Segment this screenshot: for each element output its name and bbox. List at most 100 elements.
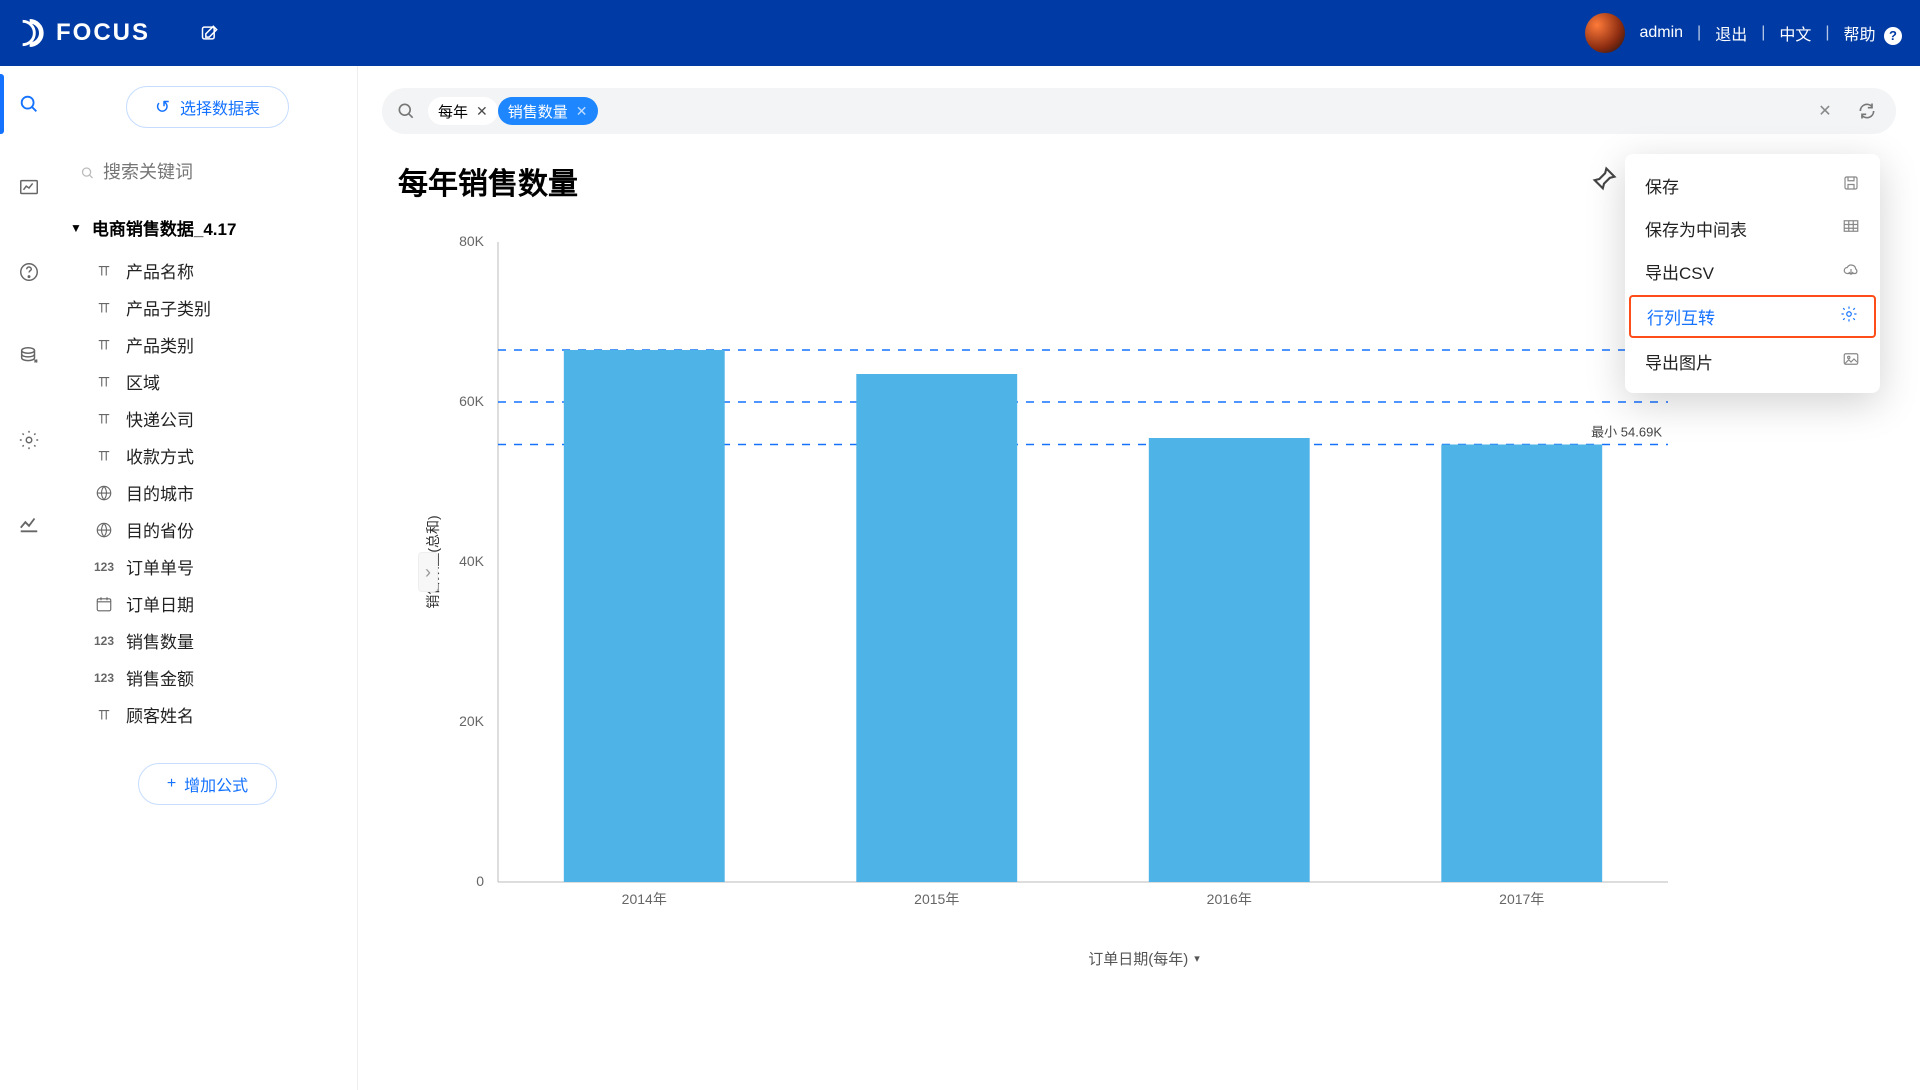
pin-button[interactable] [1590,165,1618,198]
field-type-icon [94,335,114,355]
field-type-icon [94,261,114,281]
topbar: FOCUS admin | 退出 | 中文 | 帮助 ? [0,0,1920,66]
y-tick: 20K [459,713,485,729]
field-type-icon [94,483,114,503]
help-link[interactable]: 帮助 ? [1844,21,1902,45]
field-item[interactable]: 产品子类别 [58,289,357,326]
field-type-icon [94,298,114,318]
field-list: 产品名称产品子类别产品类别区域快递公司收款方式目的城市目的省份 123 订单单号订单… [58,248,357,733]
swap-icon: ↺ [155,98,170,116]
field-label: 目的城市 [126,480,194,505]
query-token[interactable]: 每年✕ [428,97,498,125]
x-tick: 2017年 [1499,891,1544,907]
y-tick: 60K [459,393,485,409]
field-type-icon: 123 [94,668,114,688]
bar[interactable] [1441,444,1602,882]
bar-chart[interactable]: 020K40K60K80K销售数量(总和)2014年2015年2016年2017… [418,222,1708,942]
main: 每年✕销售数量✕ ✕ 每年销售数量 操作 ▾ › 020K40K60K8 [358,66,1920,1090]
select-table-button[interactable]: ↺ 选择数据表 [126,86,289,128]
query-token[interactable]: 销售数量✕ [498,97,598,125]
caret-down-icon: ▼ [70,221,82,235]
help-icon: ? [1884,27,1902,45]
page-title: 每年销售数量 [398,159,578,203]
field-type-icon: 123 [94,557,114,577]
x-axis-label[interactable]: 订单日期(每年) [1088,948,1188,969]
menu-item-transpose[interactable]: 行列互转 [1629,295,1876,338]
field-type-icon [94,594,114,614]
field-label: 快递公司 [126,406,194,431]
rail-chart[interactable] [0,168,58,208]
avatar[interactable] [1585,13,1625,53]
x-tick: 2014年 [622,891,667,907]
lang-link[interactable]: 中文 [1779,21,1811,45]
logo-icon [18,19,46,47]
bar[interactable] [564,350,725,882]
brand-text: FOCUS [56,19,150,47]
menu-item-img[interactable]: 导出图片 [1625,340,1880,383]
field-label: 目的省份 [126,517,194,542]
brand[interactable]: FOCUS [18,19,150,47]
field-label: 销售数量 [126,628,194,653]
image-icon [1842,350,1860,373]
user-label[interactable]: admin [1639,24,1683,42]
menu-item-csv[interactable]: 导出CSV [1625,250,1880,293]
rail-settings[interactable] [0,420,58,460]
field-label: 产品名称 [126,258,194,283]
search-icon [396,101,416,121]
field-item[interactable]: 收款方式 [58,437,357,474]
keyword-search [58,150,357,195]
field-label: 销售金额 [126,665,194,690]
field-label: 顾客姓名 [126,702,194,727]
field-type-icon [94,372,114,392]
dataset-header[interactable]: ▼ 电商销售数据_4.17 [58,195,357,248]
field-item[interactable]: 区域 [58,363,357,400]
add-formula-button[interactable]: + 增加公式 [138,763,277,805]
compose-icon[interactable] [200,23,220,43]
field-item[interactable]: 订单日期 [58,585,357,622]
field-type-icon: 123 [94,631,114,651]
field-label: 区域 [126,369,160,394]
chevron-down-icon[interactable]: ▾ [1194,952,1200,965]
rail-database[interactable] [0,336,58,376]
bar[interactable] [1149,438,1310,882]
search-icon [80,164,95,182]
query-bar[interactable]: 每年✕销售数量✕ ✕ [382,88,1896,134]
field-item[interactable]: 123 销售金额 [58,659,357,696]
field-label: 产品子类别 [126,295,211,320]
nav-rail [0,66,58,1090]
topbar-right: admin | 退出 | 中文 | 帮助 ? [1585,13,1902,53]
field-item[interactable]: 产品名称 [58,252,357,289]
field-item[interactable]: 目的城市 [58,474,357,511]
y-tick: 80K [459,233,485,249]
field-type-icon [94,446,114,466]
menu-item-save_mid[interactable]: 保存为中间表 [1625,207,1880,250]
remove-token-icon[interactable]: ✕ [476,103,488,120]
side-panel: ↺ 选择数据表 ▼ 电商销售数据_4.17 产品名称产品子类别产品类别区域快递公… [58,66,358,1090]
x-tick: 2015年 [914,891,959,907]
field-label: 产品类别 [126,332,194,357]
clear-query-button[interactable]: ✕ [1810,101,1840,121]
field-item[interactable]: 目的省份 [58,511,357,548]
field-item[interactable]: 123 销售数量 [58,622,357,659]
cloud-icon [1842,260,1860,283]
field-item[interactable]: 产品类别 [58,326,357,363]
field-type-icon [94,705,114,725]
field-item[interactable]: 123 订单单号 [58,548,357,585]
menu-item-save[interactable]: 保存 [1625,164,1880,207]
expand-handle[interactable]: › [418,552,438,592]
refresh-button[interactable] [1852,101,1882,121]
field-item[interactable]: 快递公司 [58,400,357,437]
rail-trend[interactable] [0,504,58,544]
logout-link[interactable]: 退出 [1715,21,1747,45]
rail-help[interactable] [0,252,58,292]
field-type-icon [94,520,114,540]
save-icon [1842,174,1860,197]
y-tick: 0 [476,873,484,889]
remove-token-icon[interactable]: ✕ [576,103,588,120]
rail-search[interactable] [0,84,58,124]
field-label: 订单单号 [126,554,194,579]
keyword-input[interactable] [103,162,335,183]
bar[interactable] [856,374,1017,882]
field-item[interactable]: 顾客姓名 [58,696,357,733]
field-type-icon [94,409,114,429]
